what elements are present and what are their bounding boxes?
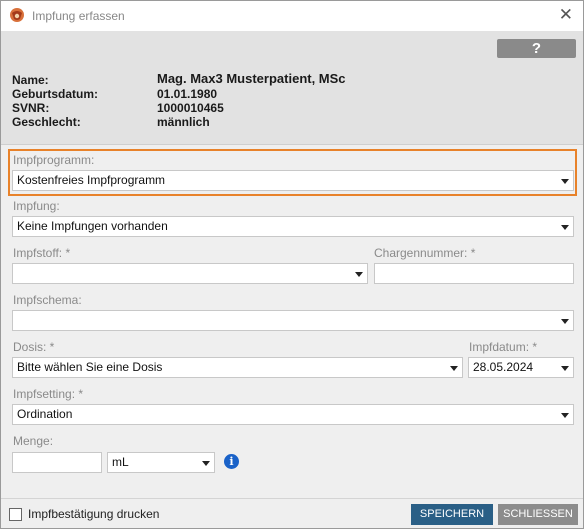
dosis-select[interactable]: Bitte wählen Sie eine Dosis: [12, 357, 463, 378]
impfstoff-select[interactable]: [12, 263, 368, 284]
impfsetting-value: Ordination: [17, 407, 73, 421]
chevron-down-icon: [355, 272, 363, 277]
chevron-down-icon: [561, 319, 569, 324]
impfung-label: Impfung:: [13, 199, 60, 213]
impfstoff-label: Impfstoff: *: [13, 246, 71, 260]
dosis-value: Bitte wählen Sie eine Dosis: [17, 360, 163, 374]
impfung-value: Keine Impfungen vorhanden: [17, 219, 168, 233]
impfprogramm-value: Kostenfreies Impfprogramm: [17, 173, 166, 187]
impfschema-select[interactable]: [12, 310, 574, 331]
gender-label: Geschlecht:: [12, 115, 81, 129]
patient-name: Mag. Max3 Musterpatient, MSc: [157, 71, 346, 86]
chevron-down-icon: [561, 366, 569, 371]
dosis-label: Dosis: *: [13, 340, 55, 354]
impfprogramm-select[interactable]: Kostenfreies Impfprogramm: [12, 170, 574, 191]
patient-gender: männlich: [157, 115, 210, 129]
window-title: Impfung erfassen: [32, 9, 125, 23]
chevron-down-icon: [202, 461, 210, 466]
print-confirmation-checkbox[interactable]: [9, 508, 22, 521]
impfsetting-select[interactable]: Ordination: [12, 404, 574, 425]
close-icon[interactable]: ✕: [559, 6, 573, 24]
unit-value: mL: [112, 455, 129, 469]
menge-label: Menge:: [13, 434, 54, 448]
impfsetting-label: Impfsetting: *: [13, 387, 84, 401]
patient-svnr: 1000010465: [157, 101, 224, 115]
dob-label: Geburtsdatum:: [12, 87, 99, 101]
info-icon[interactable]: i: [224, 454, 239, 469]
svnr-label: SVNR:: [12, 101, 50, 115]
chevron-down-icon: [561, 225, 569, 230]
close-button[interactable]: SCHLIESSEN: [498, 504, 578, 525]
chevron-down-icon: [561, 413, 569, 418]
impfdatum-value: 28.05.2024: [473, 360, 534, 374]
print-confirmation-label: Impfbestätigung drucken: [28, 507, 160, 521]
impfdatum-picker[interactable]: 28.05.2024: [468, 357, 574, 378]
chevron-down-icon: [561, 179, 569, 184]
chargennummer-label: Chargennummer: *: [374, 246, 476, 260]
save-button[interactable]: SPEICHERN: [411, 504, 493, 525]
app-logo-icon: [10, 8, 24, 22]
impfung-select[interactable]: Keine Impfungen vorhanden: [12, 216, 574, 237]
impfschema-label: Impfschema:: [13, 293, 82, 307]
help-button[interactable]: ?: [497, 39, 576, 58]
patient-header: ? Name: Mag. Max3 Musterpatient, MSc Geb…: [1, 31, 583, 145]
patient-dob: 01.01.1980: [157, 87, 218, 101]
name-label: Name:: [12, 73, 49, 87]
vaccination-dialog: Impfung erfassen ✕ ? Name: Mag. Max3 Mus…: [0, 0, 584, 529]
chevron-down-icon: [450, 366, 458, 371]
impfprogramm-label: Impfprogramm:: [13, 153, 95, 167]
impfdatum-label: Impfdatum: *: [469, 340, 538, 354]
dialog-footer: Impfbestätigung drucken SPEICHERN SCHLIE…: [1, 498, 583, 528]
unit-select[interactable]: mL: [107, 452, 215, 473]
title-bar: Impfung erfassen ✕: [1, 1, 583, 31]
menge-input[interactable]: [12, 452, 102, 473]
chargennummer-input[interactable]: [374, 263, 574, 284]
